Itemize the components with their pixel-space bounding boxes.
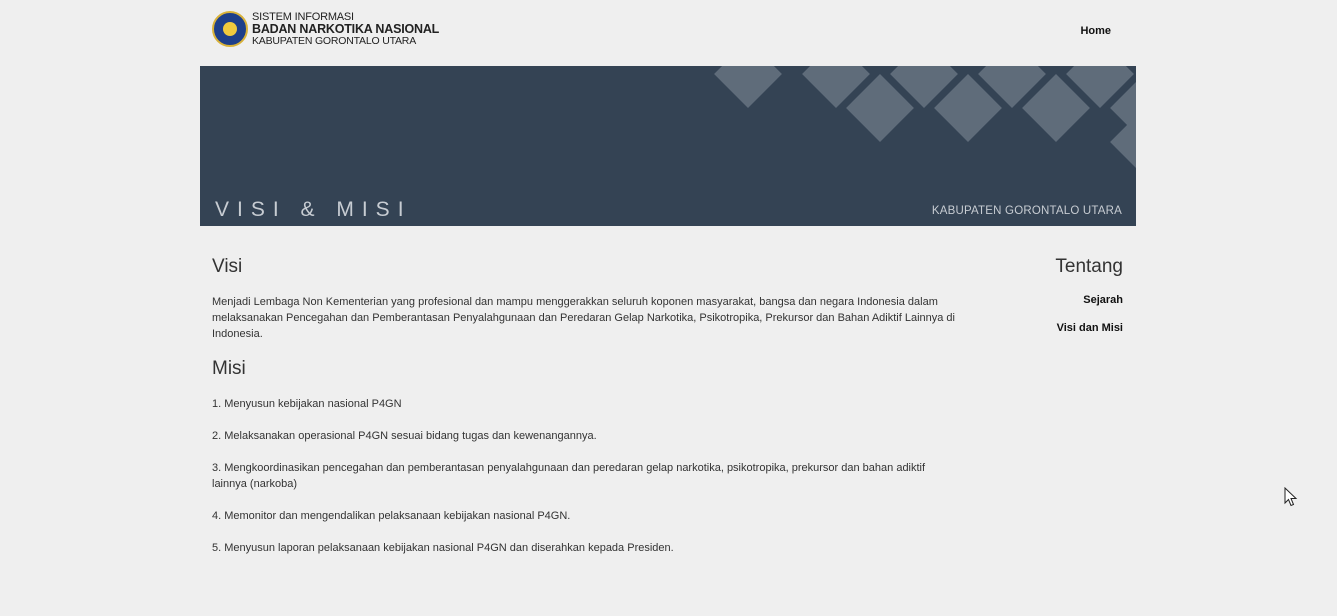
site-logo[interactable]: SISTEM INFORMASI BADAN NARKOTIKA NASIONA… bbox=[212, 11, 439, 47]
visi-heading: Visi bbox=[212, 256, 243, 277]
misi-item: 4. Memonitor dan mengendalikan pelaksana… bbox=[212, 510, 571, 522]
misi-item: 2. Melaksanakan operasional P4GN sesuai … bbox=[212, 430, 597, 442]
visi-text: Menjadi Lembaga Non Kementerian yang pro… bbox=[212, 296, 955, 340]
logo-text: SISTEM INFORMASI BADAN NARKOTIKA NASIONA… bbox=[252, 11, 439, 47]
main-content: Visi Menjadi Lembaga Non Kementerian yan… bbox=[212, 256, 960, 556]
bnn-seal-icon bbox=[212, 11, 248, 47]
logo-line-3: KABUPATEN GORONTALO UTARA bbox=[252, 35, 416, 47]
logo-line-2: BADAN NARKOTIKA NASIONAL bbox=[252, 22, 440, 36]
mouse-cursor-icon bbox=[1284, 487, 1298, 507]
sidebar-heading: Tentang bbox=[1055, 256, 1123, 277]
top-navbar: SISTEM INFORMASI BADAN NARKOTIKA NASIONA… bbox=[200, 0, 1136, 66]
misi-item: 5. Menyusun laporan pelaksanaan kebijaka… bbox=[212, 542, 674, 554]
misi-item: 1. Menyusun kebijakan nasional P4GN bbox=[212, 398, 402, 410]
nav-home-link[interactable]: Home bbox=[1080, 25, 1111, 37]
banner-title: VISI & MISI bbox=[215, 198, 412, 221]
page-wrapper: SISTEM INFORMASI BADAN NARKOTIKA NASIONA… bbox=[200, 0, 1136, 554]
misi-item: 3. Mengkoordinasikan pencegahan dan pemb… bbox=[212, 462, 926, 490]
sidebar: Tentang Sejarah Visi dan Misi bbox=[1055, 256, 1123, 334]
hero-banner: VISI & MISI KABUPATEN GORONTALO UTARA bbox=[200, 66, 1136, 226]
sidebar-link-sejarah[interactable]: Sejarah bbox=[1055, 294, 1123, 306]
misi-heading: Misi bbox=[212, 358, 246, 379]
banner-diamond bbox=[714, 66, 782, 108]
sidebar-link-visi-misi[interactable]: Visi dan Misi bbox=[1055, 322, 1123, 334]
banner-subtitle: KABUPATEN GORONTALO UTARA bbox=[931, 205, 1122, 217]
